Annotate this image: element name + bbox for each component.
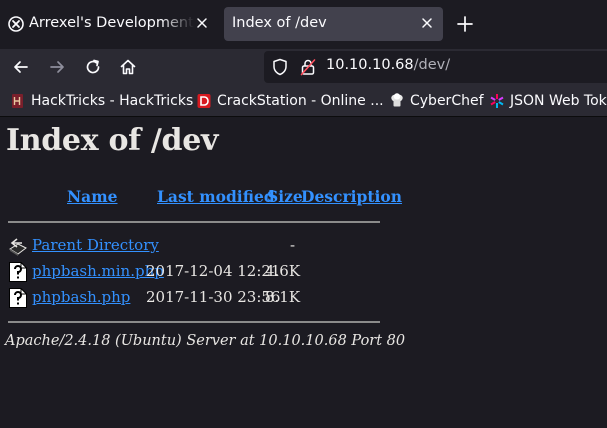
column-header-size[interactable]: Size (267, 187, 303, 206)
globe-x-icon (8, 16, 24, 32)
url-text[interactable]: 10.10.10.68/dev/ (326, 57, 450, 73)
link-file-name[interactable]: phpbash.min.php (32, 262, 164, 280)
navigation-bar: 10.10.10.68/dev/ (0, 49, 607, 85)
file-size: 4.6K (265, 262, 301, 280)
shield-icon[interactable] (272, 58, 288, 76)
home-icon[interactable] (119, 58, 137, 76)
new-tab-icon[interactable] (456, 15, 474, 33)
insecure-lock-icon[interactable] (300, 58, 316, 76)
bookmark-label: CrackStation - Online ... (217, 93, 384, 109)
reload-icon[interactable] (84, 58, 102, 76)
unknown-file-icon[interactable] (8, 287, 28, 309)
hacktricks-icon (12, 94, 23, 108)
link-file-name[interactable]: phpbash.php (32, 288, 130, 306)
tab-index-of-dev[interactable]: Index of /dev (224, 7, 443, 41)
bookmark-hacktricks[interactable]: HackTricks - HackTricks (11, 92, 193, 110)
bookmark-crackstation[interactable]: CrackStation - Online ... (197, 92, 384, 110)
crackstation-icon (197, 94, 211, 108)
tab-strip: Arrexel's Development Site Index of /dev (0, 0, 607, 49)
column-header-name[interactable]: Name (67, 187, 117, 206)
server-signature: Apache/2.4.18 (Ubuntu) Server at 10.10.1… (5, 333, 406, 349)
parent-size: - (290, 236, 296, 254)
file-size: 8.1K (265, 288, 301, 306)
url-host: 10.10.10.68 (326, 57, 414, 73)
file-modified: 2017-11-30 23:56 (146, 288, 281, 306)
close-icon[interactable] (419, 15, 435, 31)
link-parent-directory[interactable]: Parent Directory (32, 236, 159, 254)
url-bar[interactable]: 10.10.10.68/dev/ (264, 51, 607, 83)
bookmark-cyberchef[interactable]: CyberChef (390, 92, 484, 110)
bookmark-jwt[interactable]: JSON Web Tok (490, 92, 607, 110)
bookmark-label: HackTricks - HackTricks (31, 93, 194, 109)
divider-bottom (8, 321, 380, 323)
column-header-description[interactable]: Description (301, 187, 402, 206)
bookmark-label: JSON Web Tok (510, 93, 607, 109)
page-content: Index of /dev Name Last modified Size De… (0, 118, 607, 428)
page-title: Index of /dev (6, 123, 219, 158)
jwt-icon (490, 94, 504, 108)
tab-title: Arrexel's Development Site (29, 15, 194, 31)
back-folder-icon[interactable] (8, 235, 28, 257)
cyberchef-icon (391, 93, 403, 107)
forward-icon[interactable] (48, 58, 66, 76)
unknown-file-icon[interactable] (8, 261, 28, 283)
tab-arrexel[interactable]: Arrexel's Development Site (0, 7, 218, 41)
url-path: /dev/ (413, 57, 451, 73)
bookmark-label: CyberChef (410, 93, 484, 109)
close-icon[interactable] (194, 15, 210, 31)
back-icon[interactable] (12, 58, 30, 76)
file-modified: 2017-12-04 12:21 (146, 262, 281, 280)
divider-top (8, 221, 380, 223)
tab-title: Index of /dev (232, 15, 327, 31)
column-header-last-modified[interactable]: Last modified (157, 187, 275, 206)
bookmarks-bar: HackTricks - HackTricks CrackStation - O… (0, 85, 607, 117)
